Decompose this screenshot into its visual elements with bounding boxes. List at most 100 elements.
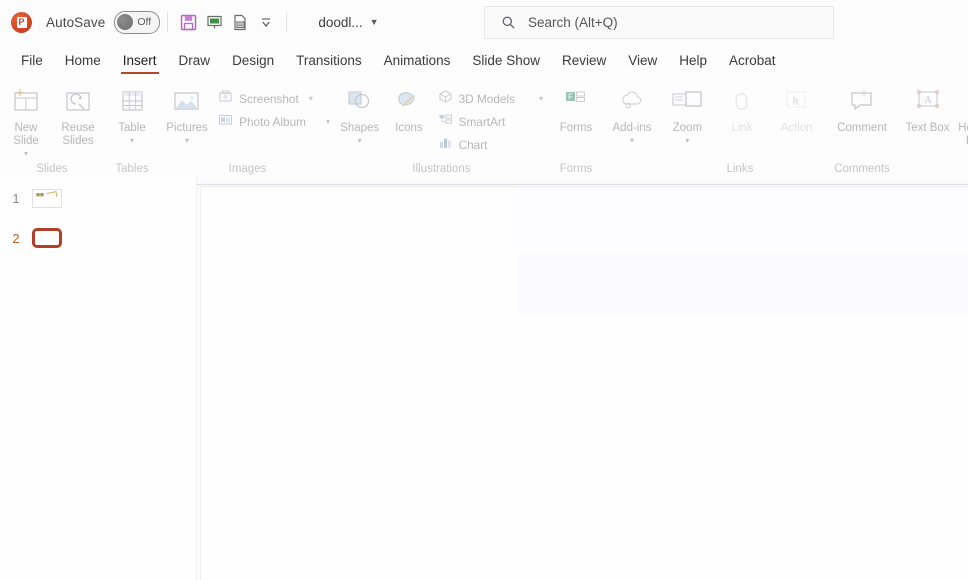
tab-insert[interactable]: Insert	[112, 49, 168, 74]
3d-models-icon	[438, 89, 453, 109]
tab-acrobat[interactable]: Acrobat	[718, 49, 787, 74]
add-ins-button[interactable]: Add-ins ▾	[604, 82, 660, 145]
tab-view[interactable]: View	[617, 49, 668, 74]
list-item[interactable]: 1 ◼◼	[0, 178, 196, 218]
shapes-button[interactable]: Shapes ▾	[335, 82, 384, 145]
slide-thumbnail-1-shape	[46, 190, 58, 199]
new-slide-button[interactable]: New Slide ▾	[0, 82, 52, 158]
ribbon-group-label-illustrations: Illustrations	[412, 163, 471, 175]
3d-models-label: 3D Models	[458, 91, 515, 106]
table-icon	[117, 85, 147, 119]
smartart-icon	[438, 112, 453, 132]
forms-label: Forms	[559, 122, 593, 134]
table-chevron-down-icon[interactable]: ▾	[130, 136, 134, 145]
slide-region-upper-right	[514, 187, 968, 249]
chart-label: Chart	[458, 137, 488, 152]
pictures-icon	[171, 85, 203, 119]
tab-review[interactable]: Review	[551, 49, 617, 74]
screenshot-button[interactable]: Screenshot ▾	[214, 87, 335, 110]
forms-icon: F	[561, 85, 591, 119]
reuse-slides-label: Reuse Slides	[61, 122, 95, 147]
ribbon-group-label-forms: Forms	[559, 163, 593, 175]
document-title[interactable]: doodl... ▼	[318, 15, 378, 30]
slides-thumbnail-panel[interactable]: 1 ◼◼ 2	[0, 178, 197, 580]
search-input[interactable]: Search (Alt+Q)	[484, 6, 834, 39]
text-box-icon: A	[913, 85, 943, 119]
start-presentation-icon[interactable]	[201, 9, 227, 35]
text-box-button[interactable]: A Text Box	[900, 82, 955, 135]
tab-slide-show[interactable]: Slide Show	[461, 49, 551, 74]
save-icon[interactable]	[175, 9, 201, 35]
screenshot-chevron-down-icon[interactable]: ▾	[309, 94, 313, 103]
add-ins-chevron-down-icon[interactable]: ▾	[630, 136, 634, 145]
slide-canvas-area[interactable]	[197, 178, 968, 580]
ribbon-group-text: A Text Box H	[900, 78, 968, 178]
slide-thumbnail-2[interactable]	[32, 228, 62, 248]
reuse-slides-icon	[63, 85, 93, 119]
tab-file[interactable]: File	[10, 49, 54, 74]
link-label: Link	[731, 122, 753, 134]
pictures-label: Pictures	[166, 122, 208, 134]
canvas-top-rule	[197, 178, 968, 185]
zoom-chevron-down-icon[interactable]: ▾	[685, 136, 689, 145]
shapes-chevron-down-icon[interactable]: ▾	[358, 136, 362, 145]
ribbon-group-images: Pictures ▾ Screenshot ▾ Photo Album ▾ Im…	[160, 78, 335, 178]
powerpoint-logo-letter: P	[16, 16, 27, 28]
new-slide-label: New Slide	[13, 122, 39, 147]
document-title-chevron-down-icon[interactable]: ▼	[370, 17, 379, 27]
autosave-toggle[interactable]: Off	[114, 10, 161, 34]
autosave-state-label: Off	[137, 16, 152, 28]
powerpoint-window: P AutoSave Off doodl... ▼ Search (Alt+Q)…	[0, 0, 968, 580]
photo-album-chevron-down-icon[interactable]: ▾	[326, 117, 330, 126]
slide-number-1: 1	[12, 190, 20, 206]
search-placeholder: Search (Alt+Q)	[528, 15, 618, 30]
ribbon-group-comments: Comment Comments	[824, 78, 900, 178]
tab-design[interactable]: Design	[221, 49, 285, 74]
action-button: Action	[769, 82, 824, 135]
autosave-label: AutoSave	[46, 14, 106, 30]
reuse-slides-button[interactable]: Reuse Slides	[52, 82, 104, 148]
photo-album-button[interactable]: Photo Album ▾	[214, 110, 335, 133]
tab-help[interactable]: Help	[668, 49, 718, 74]
photo-album-label: Photo Album	[239, 114, 306, 129]
slide-surface[interactable]	[200, 186, 968, 580]
customize-quick-access-toolbar-icon[interactable]	[253, 9, 279, 35]
header-footer-button[interactable]: Header & Footer	[955, 82, 968, 148]
action-icon	[781, 85, 813, 119]
print-preview-icon[interactable]	[227, 9, 253, 35]
qat-divider-left	[167, 12, 169, 32]
pictures-chevron-down-icon[interactable]: ▾	[185, 136, 189, 145]
text-box-label: Text Box	[905, 122, 950, 134]
smartart-button[interactable]: SmartArt	[434, 110, 548, 133]
screenshot-label: Screenshot	[239, 91, 299, 106]
add-ins-icon	[617, 85, 647, 119]
slide-thumbnail-1[interactable]: ◼◼	[32, 188, 62, 208]
ribbon-group-tables: Table ▾ Tables	[104, 78, 160, 178]
ribbon-group-label-links: Links	[726, 163, 754, 175]
forms-button[interactable]: F Forms	[548, 82, 604, 135]
tab-animations[interactable]: Animations	[373, 49, 462, 74]
list-item[interactable]: 2	[0, 218, 196, 258]
chart-button[interactable]: Chart	[434, 133, 548, 156]
comment-button[interactable]: Comment	[824, 82, 900, 135]
pictures-button[interactable]: Pictures ▾	[160, 82, 214, 145]
ribbon-group-add-ins: Add-ins ▾	[604, 78, 660, 178]
new-slide-chevron-down-icon[interactable]: ▾	[24, 149, 28, 158]
svg-text:F: F	[568, 93, 573, 102]
shapes-icon	[344, 85, 376, 119]
screenshot-icon	[218, 89, 233, 109]
3d-models-button[interactable]: 3D Models ▾	[434, 87, 548, 110]
ribbon-group-forms: F Forms Forms	[548, 78, 604, 178]
ribbon-group-slides: New Slide ▾ Reuse Slides Slides	[0, 78, 104, 178]
tab-transitions[interactable]: Transitions	[285, 49, 373, 74]
table-button[interactable]: Table ▾	[104, 82, 160, 145]
zoom-button[interactable]: Zoom ▾	[660, 82, 715, 145]
tab-home[interactable]: Home	[54, 49, 112, 74]
tab-draw[interactable]: Draw	[168, 49, 222, 74]
ribbon-group-illustrations: Shapes ▾ Icons 3D Models ▾ SmartArt Char…	[335, 78, 548, 178]
link-button: Link	[715, 82, 770, 135]
icons-button[interactable]: Icons	[384, 82, 433, 135]
action-label: Action	[780, 122, 813, 134]
ribbon-group-label-slides: Slides	[36, 163, 68, 175]
3d-models-chevron-down-icon[interactable]: ▾	[539, 94, 543, 103]
